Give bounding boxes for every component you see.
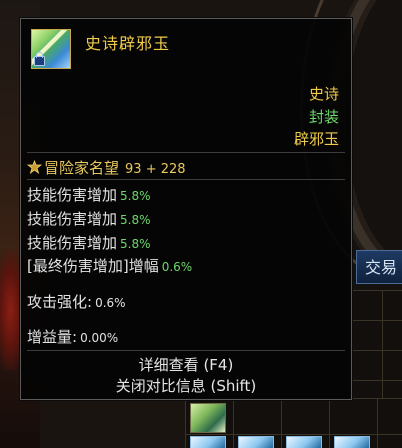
stat-label: 攻击强化: bbox=[27, 293, 93, 311]
detail-view-button[interactable]: 详细查看 (F4) bbox=[21, 354, 351, 375]
stat-skill-damage: 技能伤害增加 5.8% bbox=[27, 184, 151, 205]
inventory-item-icon[interactable] bbox=[190, 403, 226, 433]
item-bind-status: 封装 bbox=[308, 108, 339, 126]
stat-value: 0.00% bbox=[80, 331, 119, 345]
divider bbox=[27, 350, 345, 351]
lock-icon bbox=[34, 52, 45, 66]
trade-tab[interactable]: 交易 bbox=[356, 250, 402, 284]
stat-final-damage-boost: [最终伤害增加]增幅 0.6% bbox=[27, 255, 192, 276]
divider bbox=[27, 152, 345, 153]
jade-amulet-icon bbox=[31, 29, 71, 69]
stat-label: 技能伤害增加 bbox=[27, 234, 118, 252]
fame-row: 冒险家名望 93 + 228 bbox=[27, 157, 186, 177]
close-compare-button[interactable]: 关闭对比信息 (Shift) bbox=[21, 375, 351, 396]
stat-label: 技能伤害增加 bbox=[27, 210, 118, 228]
item-tooltip: 史诗辟邪玉 史诗 封装 辟邪玉 冒险家名望 93 + 228 技能伤害增加 5.8%… bbox=[20, 18, 352, 400]
fame-label: 冒险家名望 bbox=[44, 159, 120, 177]
stat-label: 技能伤害增加 bbox=[27, 186, 118, 204]
inventory-item-icon[interactable] bbox=[238, 436, 274, 448]
stat-skill-damage: 技能伤害增加 5.8% bbox=[27, 232, 151, 253]
stat-value: 0.6% bbox=[161, 260, 193, 274]
stat-value: 5.8% bbox=[120, 237, 151, 251]
stat-label: 增益量: bbox=[27, 328, 78, 346]
inventory-item-icon[interactable] bbox=[190, 436, 226, 448]
fame-value: 93 + 228 bbox=[125, 162, 186, 177]
fame-emblem-icon bbox=[27, 160, 42, 174]
stat-attack-enhance: 攻击强化: 0.6% bbox=[27, 291, 126, 312]
stat-value: 0.6% bbox=[95, 296, 126, 310]
stat-value: 5.8% bbox=[120, 213, 151, 227]
item-type: 辟邪玉 bbox=[293, 130, 339, 148]
stat-buff-power: 增益量: 0.00% bbox=[27, 326, 118, 347]
stat-value: 5.8% bbox=[120, 189, 151, 203]
item-title: 史诗辟邪玉 bbox=[85, 34, 171, 53]
stat-label: [最终伤害增加]增幅 bbox=[27, 257, 159, 275]
inventory-item-icon[interactable] bbox=[286, 436, 322, 448]
divider bbox=[27, 179, 345, 180]
inventory-item-icon[interactable] bbox=[334, 436, 370, 448]
stat-skill-damage: 技能伤害增加 5.8% bbox=[27, 208, 151, 229]
item-rarity: 史诗 bbox=[308, 85, 339, 103]
